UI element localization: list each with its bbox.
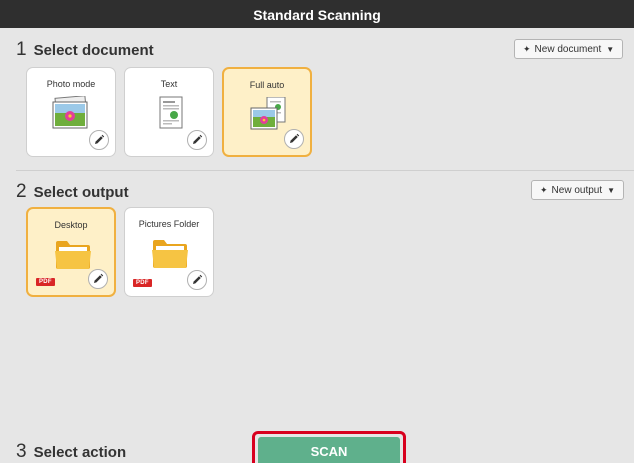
select-action-heading: 3 Select action — [16, 441, 126, 463]
photo-icon — [52, 96, 88, 129]
dropdown-arrow-icon: ▼ — [606, 45, 615, 54]
folder-icon — [152, 240, 188, 268]
window-title: Standard Scanning — [0, 0, 634, 28]
pdf-badge: PDF — [133, 279, 152, 287]
text-document-icon — [159, 96, 183, 129]
section-title: Select document — [33, 42, 154, 59]
card-label: Full auto — [249, 80, 285, 90]
card-label: Photo mode — [46, 79, 96, 89]
output-card-desktop[interactable]: Desktop PDF — [26, 207, 116, 297]
edit-button[interactable] — [187, 270, 207, 290]
section-title: Select action — [33, 444, 127, 461]
full-auto-icon — [250, 97, 286, 130]
select-document-heading: 1 Select document — [16, 39, 154, 61]
select-output-heading: 2 Select output — [16, 181, 129, 203]
new-document-label: New document — [534, 44, 602, 55]
pencil-icon — [191, 274, 203, 286]
new-output-label: New output — [551, 185, 603, 196]
card-label: Desktop — [54, 220, 88, 230]
edit-button[interactable] — [284, 129, 304, 149]
document-card-text[interactable]: Text — [124, 67, 214, 157]
card-label: Text — [160, 79, 178, 89]
document-card-full-auto[interactable]: Full auto — [222, 67, 312, 157]
pdf-badge: PDF — [36, 278, 55, 286]
new-output-button[interactable]: ✦ New output ▼ — [531, 180, 625, 200]
dropdown-arrow-icon: ▼ — [607, 186, 616, 195]
plus-icon: ✦ — [540, 185, 548, 195]
pencil-icon — [288, 133, 300, 145]
edit-button[interactable] — [187, 130, 207, 150]
folder-icon — [55, 241, 91, 269]
card-label: Pictures Folder — [138, 219, 200, 229]
plus-icon: ✦ — [523, 44, 531, 54]
step-number: 1 — [16, 39, 27, 60]
pencil-icon — [93, 134, 105, 146]
step-number: 3 — [16, 441, 27, 462]
edit-button[interactable] — [89, 130, 109, 150]
new-document-button[interactable]: ✦ New document ▼ — [514, 39, 624, 59]
step-number: 2 — [16, 181, 27, 202]
section-divider — [16, 170, 634, 171]
scan-button[interactable]: SCAN — [258, 437, 400, 463]
pencil-icon — [191, 134, 203, 146]
pencil-icon — [92, 273, 104, 285]
output-card-pictures-folder[interactable]: Pictures Folder PDF — [124, 207, 214, 297]
section-title: Select output — [33, 184, 129, 201]
edit-button[interactable] — [88, 269, 108, 289]
document-card-photo-mode[interactable]: Photo mode — [26, 67, 116, 157]
